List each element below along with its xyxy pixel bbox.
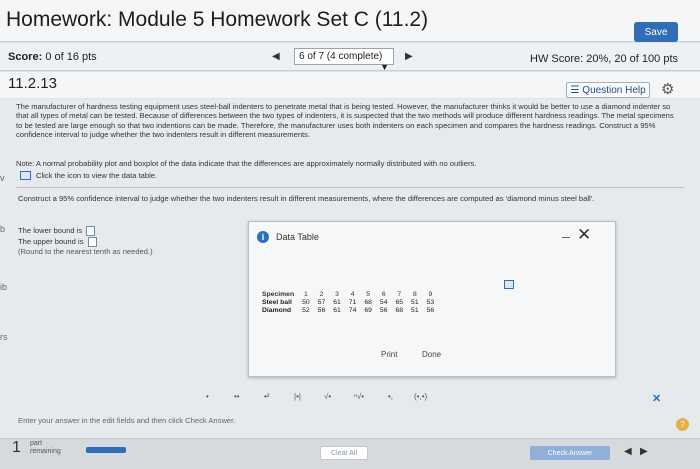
clear-all-button[interactable]: Clear All — [320, 446, 368, 460]
question-select-value: 6 of 7 (4 complete) — [299, 51, 383, 62]
question-help-button[interactable]: ☰ Question Help — [566, 82, 650, 98]
table-header-label: Specimen — [262, 291, 295, 298]
data-table: Specimen 1 2 3 4 5 6 7 8 9 Steel ball 50… — [262, 291, 438, 315]
toolbar-button[interactable]: (•,•) — [414, 392, 427, 401]
parts-remaining-label: part remaining — [30, 440, 61, 456]
gear-icon[interactable]: ⚙ — [661, 80, 674, 98]
parts-remaining-count: 1 — [12, 439, 21, 456]
question-number: 11.2.13 — [8, 75, 57, 92]
lower-bound-input[interactable] — [86, 226, 96, 236]
hw-score: HW Score: 20%, 20 of 100 pts — [530, 53, 678, 65]
table-cell: 65 — [395, 299, 404, 306]
problem-note: Note: A normal probability plot and boxp… — [16, 159, 477, 168]
part-label: part — [30, 440, 43, 447]
table-cell: 57 — [317, 299, 326, 306]
instruction-text: Construct a 95% confidence interval to j… — [18, 194, 595, 203]
math-toolbar: • •• •² |•| √• ⁿ√• •, (•,•) — [200, 392, 460, 406]
remaining-label: remaining — [30, 448, 61, 455]
upper-bound-label: The upper bound is — [18, 236, 84, 246]
dialog-title: Data Table — [276, 232, 319, 242]
side-label-b: b — [0, 224, 6, 234]
row-label: Diamond — [262, 307, 292, 314]
specimen-cell: 5 — [366, 291, 371, 298]
table-cell: 61 — [333, 299, 341, 306]
copy-table-icon[interactable] — [504, 280, 514, 289]
table-cell: 68 — [395, 307, 404, 314]
side-label-v: v — [0, 173, 5, 183]
specimen-cell: 8 — [412, 291, 417, 298]
side-label-rs: rs — [0, 332, 8, 342]
row-label: Steel ball — [262, 299, 292, 306]
toolbar-button[interactable]: √• — [324, 392, 331, 401]
score-label: Score: — [8, 51, 43, 63]
table-cell: 51 — [411, 299, 419, 306]
specimen-cell: 9 — [428, 291, 433, 298]
header-bar: Homework: Module 5 Homework Set C (11.2)… — [0, 0, 700, 42]
chevron-down-icon: ▼ — [380, 62, 389, 72]
toolbar-button[interactable]: •² — [264, 392, 269, 401]
table-cell: 61 — [333, 307, 341, 314]
table-cell: 53 — [426, 299, 435, 306]
table-cell: 54 — [379, 299, 388, 306]
table-cell: 50 — [302, 299, 310, 306]
page-title: Homework: Module 5 Homework Set C (11.2) — [6, 8, 429, 31]
table-cell: 74 — [348, 307, 357, 314]
specimen-cell: 1 — [304, 291, 308, 298]
close-icon[interactable]: ✕ — [577, 225, 591, 245]
upper-bound-input[interactable] — [87, 236, 97, 247]
lower-bound-label: The lower bound is — [18, 226, 83, 235]
previous-question-icon[interactable]: ◀ — [272, 51, 280, 62]
specimen-cell: 7 — [397, 291, 402, 298]
progress-fill — [86, 447, 126, 453]
table-cell: 56 — [426, 307, 435, 314]
answer-area: The lower bound is The upper bound is (R… — [18, 226, 153, 258]
problem-statement: The manufacturer of hardness testing equ… — [16, 102, 674, 140]
score-summary: Score: 0 of 16 pts — [8, 51, 97, 63]
save-button[interactable]: Save — [634, 22, 678, 42]
info-icon: i — [257, 231, 269, 243]
enter-answer-hint: Enter your answer in the edit fields and… — [18, 416, 236, 425]
help-icon[interactable]: ? — [676, 418, 689, 431]
table-row: Steel ball 50 57 61 71 68 54 65 51 53 — [262, 299, 438, 307]
question-select[interactable]: 6 of 7 (4 complete) ▼ — [294, 48, 394, 72]
toolbar-button[interactable]: |•| — [294, 392, 301, 401]
side-label-ib: ib — [0, 282, 8, 292]
print-button[interactable]: Print — [381, 350, 397, 359]
specimen-cell: 3 — [335, 291, 339, 298]
progress-bar — [86, 447, 126, 453]
table-header-row: Specimen 1 2 3 4 5 6 7 8 9 — [262, 291, 438, 299]
toolbar-button[interactable]: •, — [388, 392, 393, 401]
data-table-link-text: Click the icon to view the data table. — [36, 171, 158, 180]
score-value: 0 of 16 pts — [45, 51, 97, 63]
previous-arrow-icon[interactable]: ◀ — [624, 446, 632, 457]
toolbar-button[interactable]: • — [206, 392, 209, 401]
list-icon: ☰ — [570, 84, 580, 96]
table-cell: 51 — [411, 307, 419, 314]
table-icon[interactable] — [20, 171, 31, 180]
specimen-cell: 4 — [350, 291, 355, 298]
next-arrow-icon[interactable]: ▶ — [640, 446, 648, 457]
check-answer-button[interactable]: Check Answer — [530, 446, 610, 460]
toolbar-button[interactable]: •• — [234, 392, 240, 401]
toolbar-button[interactable]: ⁿ√• — [354, 392, 364, 401]
table-cell: 71 — [348, 299, 357, 306]
toolbar-close-icon[interactable]: ✕ — [652, 392, 661, 405]
table-cell: 69 — [364, 307, 372, 314]
specimen-cell: 2 — [319, 291, 324, 298]
done-button[interactable]: Done — [422, 350, 441, 359]
table-cell: 52 — [302, 307, 310, 314]
rounding-instruction: (Round to the nearest tenth as needed.) — [18, 247, 153, 256]
next-question-icon[interactable]: ▶ — [405, 51, 413, 62]
specimen-cell: 6 — [381, 291, 386, 298]
table-cell: 56 — [317, 307, 326, 314]
data-table-link[interactable]: Click the icon to view the data table. — [20, 171, 157, 180]
table-row: Diamond 52 56 61 74 69 56 68 51 56 — [262, 307, 438, 315]
data-table-dialog: i Data Table – ✕ Specimen 1 2 3 4 5 6 7 … — [248, 221, 616, 377]
table-cell: 68 — [364, 299, 372, 306]
score-bar: Score: 0 of 16 pts ◀ 6 of 7 (4 complete)… — [0, 43, 700, 72]
minimize-icon[interactable]: – — [562, 228, 570, 244]
table-cell: 56 — [379, 307, 388, 314]
section-divider — [16, 187, 684, 188]
question-help-label: Question Help — [582, 84, 646, 96]
